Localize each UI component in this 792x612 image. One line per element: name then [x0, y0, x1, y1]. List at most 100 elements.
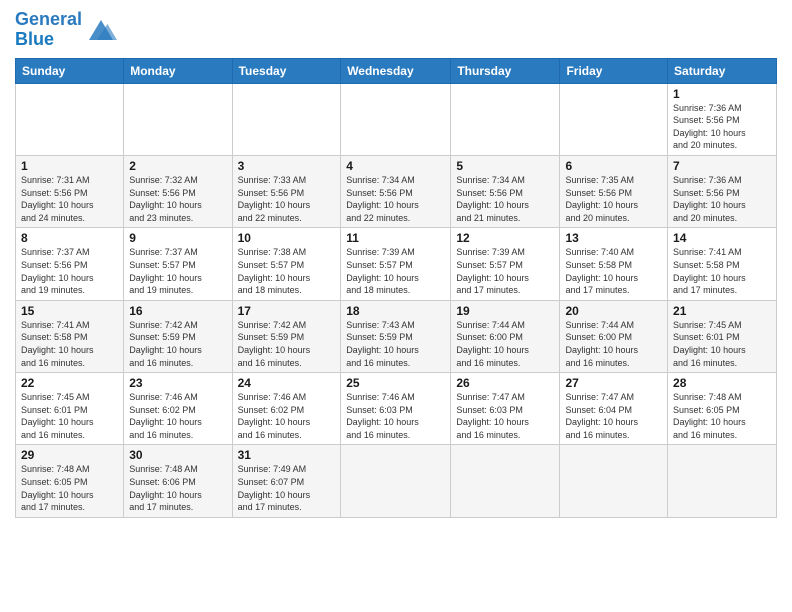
day-number: 12 — [456, 231, 554, 245]
day-info: Sunrise: 7:42 AMSunset: 5:59 PMDaylight:… — [129, 319, 226, 369]
logo-text2: Blue — [15, 30, 82, 50]
day-number: 14 — [673, 231, 771, 245]
calendar-cell — [560, 445, 668, 517]
calendar-cell: 12 Sunrise: 7:39 AMSunset: 5:57 PMDaylig… — [451, 228, 560, 300]
day-info: Sunrise: 7:38 AMSunset: 5:57 PMDaylight:… — [238, 246, 336, 296]
day-number: 11 — [346, 231, 445, 245]
day-info: Sunrise: 7:43 AMSunset: 5:59 PMDaylight:… — [346, 319, 445, 369]
calendar-cell: 26 Sunrise: 7:47 AMSunset: 6:03 PMDaylig… — [451, 373, 560, 445]
calendar-week-row: 29 Sunrise: 7:48 AMSunset: 6:05 PMDaylig… — [16, 445, 777, 517]
calendar-cell: 19 Sunrise: 7:44 AMSunset: 6:00 PMDaylig… — [451, 300, 560, 372]
calendar-cell — [124, 83, 232, 155]
col-header-monday: Monday — [124, 58, 232, 83]
day-number: 22 — [21, 376, 118, 390]
col-header-saturday: Saturday — [668, 58, 777, 83]
logo-text: General — [15, 10, 82, 30]
day-number: 1 — [673, 87, 771, 101]
day-info: Sunrise: 7:35 AMSunset: 5:56 PMDaylight:… — [565, 174, 662, 224]
calendar-cell — [16, 83, 124, 155]
day-info: Sunrise: 7:32 AMSunset: 5:56 PMDaylight:… — [129, 174, 226, 224]
calendar-cell: 28 Sunrise: 7:48 AMSunset: 6:05 PMDaylig… — [668, 373, 777, 445]
day-number: 31 — [238, 448, 336, 462]
day-info: Sunrise: 7:41 AMSunset: 5:58 PMDaylight:… — [673, 246, 771, 296]
day-info: Sunrise: 7:45 AMSunset: 6:01 PMDaylight:… — [21, 391, 118, 441]
day-info: Sunrise: 7:31 AMSunset: 5:56 PMDaylight:… — [21, 174, 118, 224]
day-number: 3 — [238, 159, 336, 173]
calendar-cell: 6 Sunrise: 7:35 AMSunset: 5:56 PMDayligh… — [560, 155, 668, 227]
day-info: Sunrise: 7:34 AMSunset: 5:56 PMDaylight:… — [456, 174, 554, 224]
logo-icon — [85, 16, 117, 44]
day-info: Sunrise: 7:33 AMSunset: 5:56 PMDaylight:… — [238, 174, 336, 224]
calendar-cell — [668, 445, 777, 517]
day-info: Sunrise: 7:39 AMSunset: 5:57 PMDaylight:… — [456, 246, 554, 296]
day-number: 28 — [673, 376, 771, 390]
col-header-friday: Friday — [560, 58, 668, 83]
day-info: Sunrise: 7:46 AMSunset: 6:03 PMDaylight:… — [346, 391, 445, 441]
col-header-wednesday: Wednesday — [341, 58, 451, 83]
calendar-cell: 8 Sunrise: 7:37 AMSunset: 5:56 PMDayligh… — [16, 228, 124, 300]
calendar-header-row: SundayMondayTuesdayWednesdayThursdayFrid… — [16, 58, 777, 83]
day-number: 18 — [346, 304, 445, 318]
day-number: 19 — [456, 304, 554, 318]
calendar-cell: 16 Sunrise: 7:42 AMSunset: 5:59 PMDaylig… — [124, 300, 232, 372]
day-number: 20 — [565, 304, 662, 318]
day-number: 15 — [21, 304, 118, 318]
calendar-cell — [341, 83, 451, 155]
day-info: Sunrise: 7:36 AMSunset: 5:56 PMDaylight:… — [673, 102, 771, 152]
calendar-cell: 27 Sunrise: 7:47 AMSunset: 6:04 PMDaylig… — [560, 373, 668, 445]
calendar-cell: 22 Sunrise: 7:45 AMSunset: 6:01 PMDaylig… — [16, 373, 124, 445]
day-number: 30 — [129, 448, 226, 462]
day-info: Sunrise: 7:41 AMSunset: 5:58 PMDaylight:… — [21, 319, 118, 369]
day-info: Sunrise: 7:42 AMSunset: 5:59 PMDaylight:… — [238, 319, 336, 369]
calendar-cell: 18 Sunrise: 7:43 AMSunset: 5:59 PMDaylig… — [341, 300, 451, 372]
day-info: Sunrise: 7:46 AMSunset: 6:02 PMDaylight:… — [129, 391, 226, 441]
day-info: Sunrise: 7:37 AMSunset: 5:57 PMDaylight:… — [129, 246, 226, 296]
day-info: Sunrise: 7:47 AMSunset: 6:03 PMDaylight:… — [456, 391, 554, 441]
calendar-cell: 21 Sunrise: 7:45 AMSunset: 6:01 PMDaylig… — [668, 300, 777, 372]
day-info: Sunrise: 7:46 AMSunset: 6:02 PMDaylight:… — [238, 391, 336, 441]
calendar-cell: 1 Sunrise: 7:31 AMSunset: 5:56 PMDayligh… — [16, 155, 124, 227]
page-container: General Blue SundayMondayTuesdayWednesda… — [0, 0, 792, 528]
day-number: 8 — [21, 231, 118, 245]
calendar-week-row: 1 Sunrise: 7:31 AMSunset: 5:56 PMDayligh… — [16, 155, 777, 227]
day-info: Sunrise: 7:44 AMSunset: 6:00 PMDaylight:… — [565, 319, 662, 369]
day-number: 23 — [129, 376, 226, 390]
day-number: 16 — [129, 304, 226, 318]
calendar-cell — [341, 445, 451, 517]
calendar-cell: 24 Sunrise: 7:46 AMSunset: 6:02 PMDaylig… — [232, 373, 341, 445]
day-info: Sunrise: 7:47 AMSunset: 6:04 PMDaylight:… — [565, 391, 662, 441]
header: General Blue — [15, 10, 777, 50]
day-info: Sunrise: 7:45 AMSunset: 6:01 PMDaylight:… — [673, 319, 771, 369]
calendar-cell: 5 Sunrise: 7:34 AMSunset: 5:56 PMDayligh… — [451, 155, 560, 227]
calendar-cell: 29 Sunrise: 7:48 AMSunset: 6:05 PMDaylig… — [16, 445, 124, 517]
day-number: 25 — [346, 376, 445, 390]
calendar-cell: 7 Sunrise: 7:36 AMSunset: 5:56 PMDayligh… — [668, 155, 777, 227]
calendar-cell: 9 Sunrise: 7:37 AMSunset: 5:57 PMDayligh… — [124, 228, 232, 300]
calendar-cell: 23 Sunrise: 7:46 AMSunset: 6:02 PMDaylig… — [124, 373, 232, 445]
calendar-cell: 13 Sunrise: 7:40 AMSunset: 5:58 PMDaylig… — [560, 228, 668, 300]
col-header-sunday: Sunday — [16, 58, 124, 83]
day-number: 17 — [238, 304, 336, 318]
day-number: 4 — [346, 159, 445, 173]
day-info: Sunrise: 7:36 AMSunset: 5:56 PMDaylight:… — [673, 174, 771, 224]
calendar-cell: 25 Sunrise: 7:46 AMSunset: 6:03 PMDaylig… — [341, 373, 451, 445]
calendar-week-row: 1 Sunrise: 7:36 AMSunset: 5:56 PMDayligh… — [16, 83, 777, 155]
day-number: 26 — [456, 376, 554, 390]
calendar-cell: 15 Sunrise: 7:41 AMSunset: 5:58 PMDaylig… — [16, 300, 124, 372]
calendar-cell: 4 Sunrise: 7:34 AMSunset: 5:56 PMDayligh… — [341, 155, 451, 227]
day-number: 27 — [565, 376, 662, 390]
day-number: 2 — [129, 159, 226, 173]
day-info: Sunrise: 7:48 AMSunset: 6:05 PMDaylight:… — [673, 391, 771, 441]
calendar-table: SundayMondayTuesdayWednesdayThursdayFrid… — [15, 58, 777, 518]
day-info: Sunrise: 7:48 AMSunset: 6:05 PMDaylight:… — [21, 463, 118, 513]
calendar-week-row: 22 Sunrise: 7:45 AMSunset: 6:01 PMDaylig… — [16, 373, 777, 445]
day-number: 1 — [21, 159, 118, 173]
calendar-cell: 2 Sunrise: 7:32 AMSunset: 5:56 PMDayligh… — [124, 155, 232, 227]
calendar-cell: 30 Sunrise: 7:48 AMSunset: 6:06 PMDaylig… — [124, 445, 232, 517]
day-number: 7 — [673, 159, 771, 173]
calendar-week-row: 8 Sunrise: 7:37 AMSunset: 5:56 PMDayligh… — [16, 228, 777, 300]
day-number: 21 — [673, 304, 771, 318]
day-number: 10 — [238, 231, 336, 245]
day-number: 29 — [21, 448, 118, 462]
calendar-cell: 14 Sunrise: 7:41 AMSunset: 5:58 PMDaylig… — [668, 228, 777, 300]
